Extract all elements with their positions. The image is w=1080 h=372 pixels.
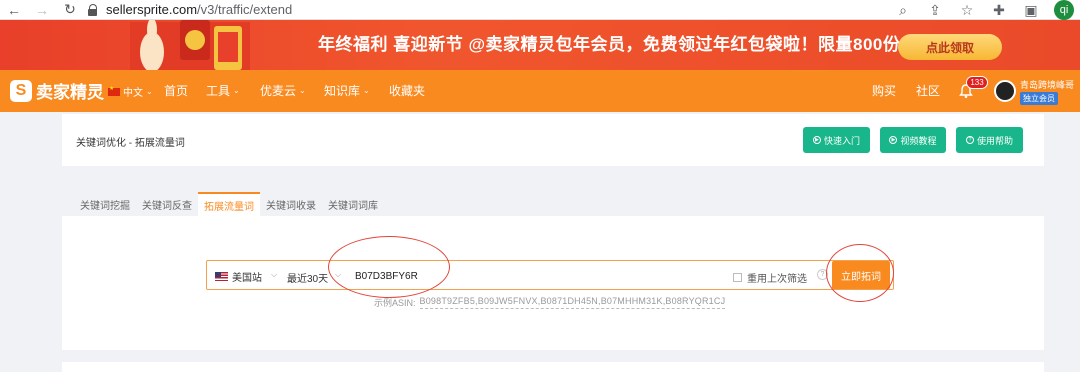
nav-youmaiyun[interactable]: 优麦云 ⌄ xyxy=(260,82,306,99)
banner-text: 年终福利 喜迎新节 @卖家精灵包年会员，免费领过年红包袋啦！限量800份 xyxy=(318,35,901,54)
page-header: 关键词优化 - 拓展流量词 ▶ 快速入门 ▶ 视频教程 ? 使用帮助 xyxy=(62,114,1044,166)
nav-home[interactable]: 首页 xyxy=(164,82,188,99)
nav-community-label: 社区 xyxy=(916,84,941,98)
help-icon[interactable]: ? xyxy=(817,269,828,280)
play-icon: ▶ xyxy=(889,136,898,144)
logo-text: 卖家精灵 xyxy=(36,83,104,102)
nav-tools-label: 工具 xyxy=(206,84,231,98)
logo-icon: S xyxy=(10,79,32,102)
main-nav: S 卖家精灵 中文 ⌄ 首页 工具⌄ 优麦云⌄ 知识库⌄ 收藏夹 购买 社区 1… xyxy=(0,70,1080,112)
nav-buy-label: 购买 xyxy=(872,84,897,98)
tab-keyword-mining[interactable]: 关键词挖掘 xyxy=(74,192,136,216)
logo[interactable]: S 卖家精灵 xyxy=(10,78,104,103)
chevron-down-icon: ⌄ xyxy=(233,86,240,95)
tab-extend-traffic[interactable]: 拓展流量词 xyxy=(198,192,260,216)
nav-youmaiyun-label: 优麦云 xyxy=(260,84,297,98)
tab-keyword-reverse[interactable]: 关键词反查 xyxy=(136,192,198,216)
video-tutorial-button[interactable]: ▶ 视频教程 xyxy=(880,127,946,153)
asin-input[interactable] xyxy=(355,266,715,286)
checkbox[interactable] xyxy=(733,273,742,282)
browser-toolbar: ← → ↻ sellersprite.com/v3/traffic/extend… xyxy=(0,0,1080,20)
example-label: 示例ASIN: xyxy=(374,298,416,308)
nav-knowledge-label: 知识库 xyxy=(324,84,361,98)
search-panel: 美国站 ⌵ 最近30天 ⌵ 重用上次筛选 ? 立即拓词 示例ASIN: B098… xyxy=(62,216,1044,350)
breadcrumb: 关键词优化 - 拓展流量词 xyxy=(76,138,185,149)
us-flag-icon xyxy=(215,272,228,281)
chevron-down-icon: ⌄ xyxy=(363,86,370,95)
forward-icon[interactable]: → xyxy=(28,0,56,20)
promo-banner[interactable]: 年终福利 喜迎新节 @卖家精灵包年会员，免费领过年红包袋啦！限量800份 点此领… xyxy=(0,20,1080,70)
language-selector[interactable]: 中文 ⌄ xyxy=(108,84,153,99)
results-panel xyxy=(62,362,1044,372)
tab-keyword-indexing[interactable]: 关键词收录 xyxy=(260,192,322,216)
market-select[interactable]: 美国站 xyxy=(215,269,262,284)
member-badge: 独立会员 xyxy=(1020,92,1058,105)
claim-button[interactable]: 点此领取 xyxy=(898,34,1002,60)
chevron-down-icon: ⌵ xyxy=(271,270,278,279)
market-label: 美国站 xyxy=(232,273,262,284)
help-icon: ? xyxy=(965,136,974,144)
reuse-filter-checkbox[interactable]: 重用上次筛选 xyxy=(733,270,807,285)
nav-buy[interactable]: 购买 xyxy=(872,82,896,99)
back-icon[interactable]: ← xyxy=(0,0,28,20)
quick-start-label: 快速入门 xyxy=(823,135,860,146)
lock-icon xyxy=(88,3,98,16)
profile-avatar[interactable]: qi xyxy=(1054,0,1074,20)
sidepanel-icon[interactable]: ▣ xyxy=(1022,2,1040,19)
nav-knowledge[interactable]: 知识库 ⌄ xyxy=(324,82,370,99)
extensions-icon[interactable]: ✚ xyxy=(990,2,1008,19)
chevron-down-icon: ⌵ xyxy=(335,270,342,279)
tab-keyword-library[interactable]: 关键词词库 xyxy=(322,192,384,216)
help-label: 使用帮助 xyxy=(976,135,1013,146)
language-label: 中文 xyxy=(123,88,143,99)
nav-favorites-label: 收藏夹 xyxy=(389,84,426,98)
example-asin-list[interactable]: B098T9ZFB5,B09JW5FNVX,B0871DH45N,B07MHHM… xyxy=(419,296,726,309)
star-icon[interactable]: ☆ xyxy=(958,2,976,19)
address-bar[interactable]: sellersprite.com/v3/traffic/extend xyxy=(88,0,292,20)
reuse-filter-label: 重用上次筛选 xyxy=(747,274,807,285)
new-year-decoration-icon xyxy=(130,20,250,70)
china-flag-icon xyxy=(108,85,120,96)
nav-community[interactable]: 社区 xyxy=(916,82,940,99)
play-icon: ▶ xyxy=(812,136,821,144)
tool-tabs: 关键词挖掘 关键词反查 拓展流量词 关键词收录 关键词词库 xyxy=(74,192,384,216)
extend-keywords-button[interactable]: 立即拓词 xyxy=(832,261,890,289)
quick-start-button[interactable]: ▶ 快速入门 xyxy=(803,127,870,153)
url-path: /v3/traffic/extend xyxy=(197,2,293,17)
video-tutorial-label: 视频教程 xyxy=(900,135,937,146)
user-name[interactable]: 青岛跨境峰哥 xyxy=(1020,78,1074,91)
reload-icon[interactable]: ↻ xyxy=(56,0,84,20)
user-avatar[interactable] xyxy=(994,80,1016,102)
nav-favorites[interactable]: 收藏夹 xyxy=(389,82,425,99)
nav-tools[interactable]: 工具 ⌄ xyxy=(206,82,240,99)
chevron-down-icon: ⌄ xyxy=(299,86,306,95)
example-asins: 示例ASIN: B098T9ZFB5,B09JW5FNVX,B0871DH45N… xyxy=(374,296,726,309)
nav-home-label: 首页 xyxy=(164,84,189,98)
search-bar: 美国站 ⌵ 最近30天 ⌵ 重用上次筛选 ? xyxy=(206,260,894,290)
notification-badge: 133 xyxy=(966,76,988,89)
zoom-icon[interactable]: ⌕ xyxy=(894,2,912,19)
help-button[interactable]: ? 使用帮助 xyxy=(956,127,1023,153)
share-icon[interactable]: ⇪ xyxy=(926,2,944,19)
url-host: sellersprite.com xyxy=(106,2,198,17)
chevron-down-icon: ⌄ xyxy=(146,87,153,96)
date-range-select[interactable]: 最近30天 xyxy=(287,270,328,285)
